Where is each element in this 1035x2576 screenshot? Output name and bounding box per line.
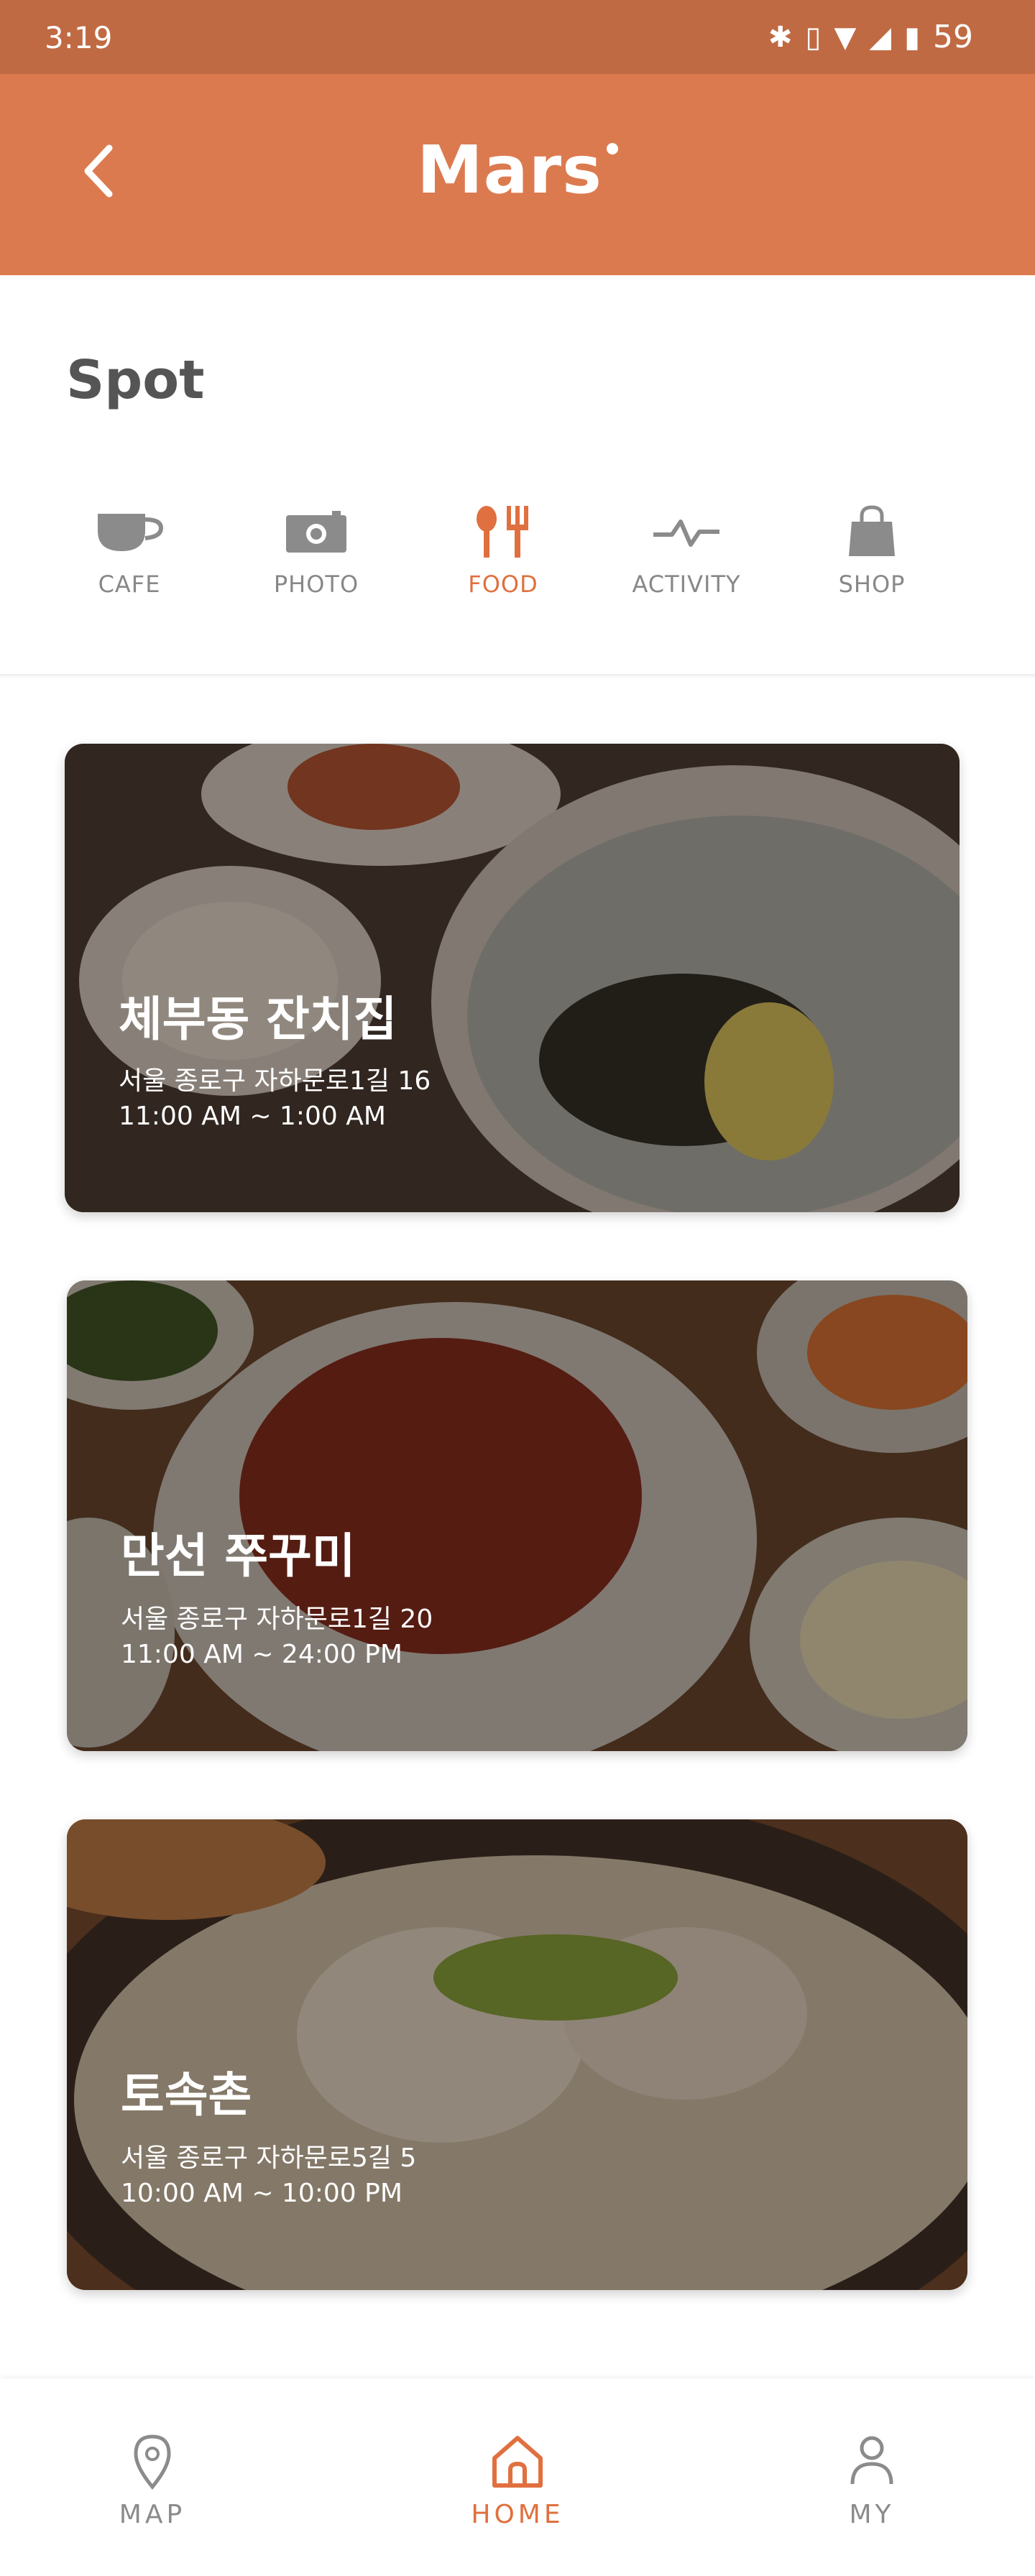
status-time: 3:19: [45, 20, 113, 55]
place-hours: 10:00 AM ~ 10:00 PM: [121, 2179, 402, 2208]
category-label: ACTIVITY: [632, 571, 741, 598]
card-overlay: [67, 1280, 967, 1751]
page-title: Mars: [0, 131, 1035, 208]
battery-level: 59: [933, 19, 973, 55]
card-overlay: [67, 1819, 967, 2290]
bluetooth-icon: ✱: [768, 20, 793, 54]
place-hours: 11:00 AM ~ 1:00 AM: [119, 1102, 386, 1131]
section-title: Spot: [66, 349, 205, 411]
place-address: 서울 종로구 자하문로1길 16: [119, 1066, 431, 1096]
category-label: FOOD: [468, 571, 538, 598]
place-address: 서울 종로구 자하문로5길 5: [121, 2143, 417, 2173]
place-name: 체부동 잔치집: [119, 992, 397, 1047]
category-tabs: CAFE PHOTO FOOD ACTIVITY SHOP: [0, 503, 1035, 625]
nav-home[interactable]: HOME: [438, 2432, 597, 2529]
card-overlay: [65, 744, 960, 1212]
wifi-icon: ▼: [834, 20, 857, 54]
place-hours: 11:00 AM ~ 24:00 PM: [121, 1640, 402, 1669]
title-dot: [606, 143, 618, 154]
place-name: 만선 쭈꾸미: [121, 1528, 356, 1584]
place-name: 토속촌: [121, 2067, 252, 2123]
category-label: SHOP: [838, 571, 906, 598]
status-icons: ✱ ▯ ▼ ◢ ▮ 59: [768, 19, 973, 55]
category-activity[interactable]: ACTIVITY: [607, 503, 765, 598]
place-card[interactable]: 만선 쭈꾸미 서울 종로구 자하문로1길 20 11:00 AM ~ 24:00…: [67, 1280, 967, 1751]
nav-my[interactable]: MY: [793, 2432, 951, 2529]
bag-icon: [793, 503, 951, 560]
category-photo[interactable]: PHOTO: [237, 503, 395, 598]
place-address: 서울 종로구 자하문로1길 20: [121, 1605, 433, 1634]
category-food[interactable]: FOOD: [424, 503, 582, 598]
battery-icon: ▮: [903, 20, 920, 54]
camera-icon: [237, 503, 395, 560]
nav-label: HOME: [471, 2500, 564, 2529]
category-label: CAFE: [98, 571, 161, 598]
page-title-text: Mars: [417, 131, 602, 208]
category-cafe[interactable]: CAFE: [50, 503, 208, 598]
nav-label: MAP: [119, 2500, 186, 2529]
nav-label: MY: [849, 2500, 895, 2529]
category-label: PHOTO: [273, 571, 359, 598]
bottom-navigation: MAP HOME MY: [0, 2378, 1035, 2576]
home-icon: [492, 2436, 543, 2488]
signal-icon: ◢: [869, 20, 891, 54]
cup-icon: [50, 503, 208, 560]
place-card[interactable]: 체부동 잔치집 서울 종로구 자하문로1길 16 11:00 AM ~ 1:00…: [65, 744, 960, 1212]
user-icon: [850, 2436, 893, 2485]
map-pin-icon: [134, 2434, 171, 2490]
vibrate-icon: ▯: [805, 20, 822, 54]
category-shop[interactable]: SHOP: [793, 503, 951, 598]
pulse-icon: [607, 503, 765, 560]
status-bar: 3:19 ✱ ▯ ▼ ◢ ▮ 59: [0, 0, 1035, 74]
place-card[interactable]: 토속촌 서울 종로구 자하문로5길 5 10:00 AM ~ 10:00 PM: [67, 1819, 967, 2290]
fork-knife-icon: [424, 503, 582, 560]
section-divider: [0, 674, 1035, 678]
app-header: Mars: [0, 74, 1035, 275]
nav-map[interactable]: MAP: [73, 2432, 231, 2529]
